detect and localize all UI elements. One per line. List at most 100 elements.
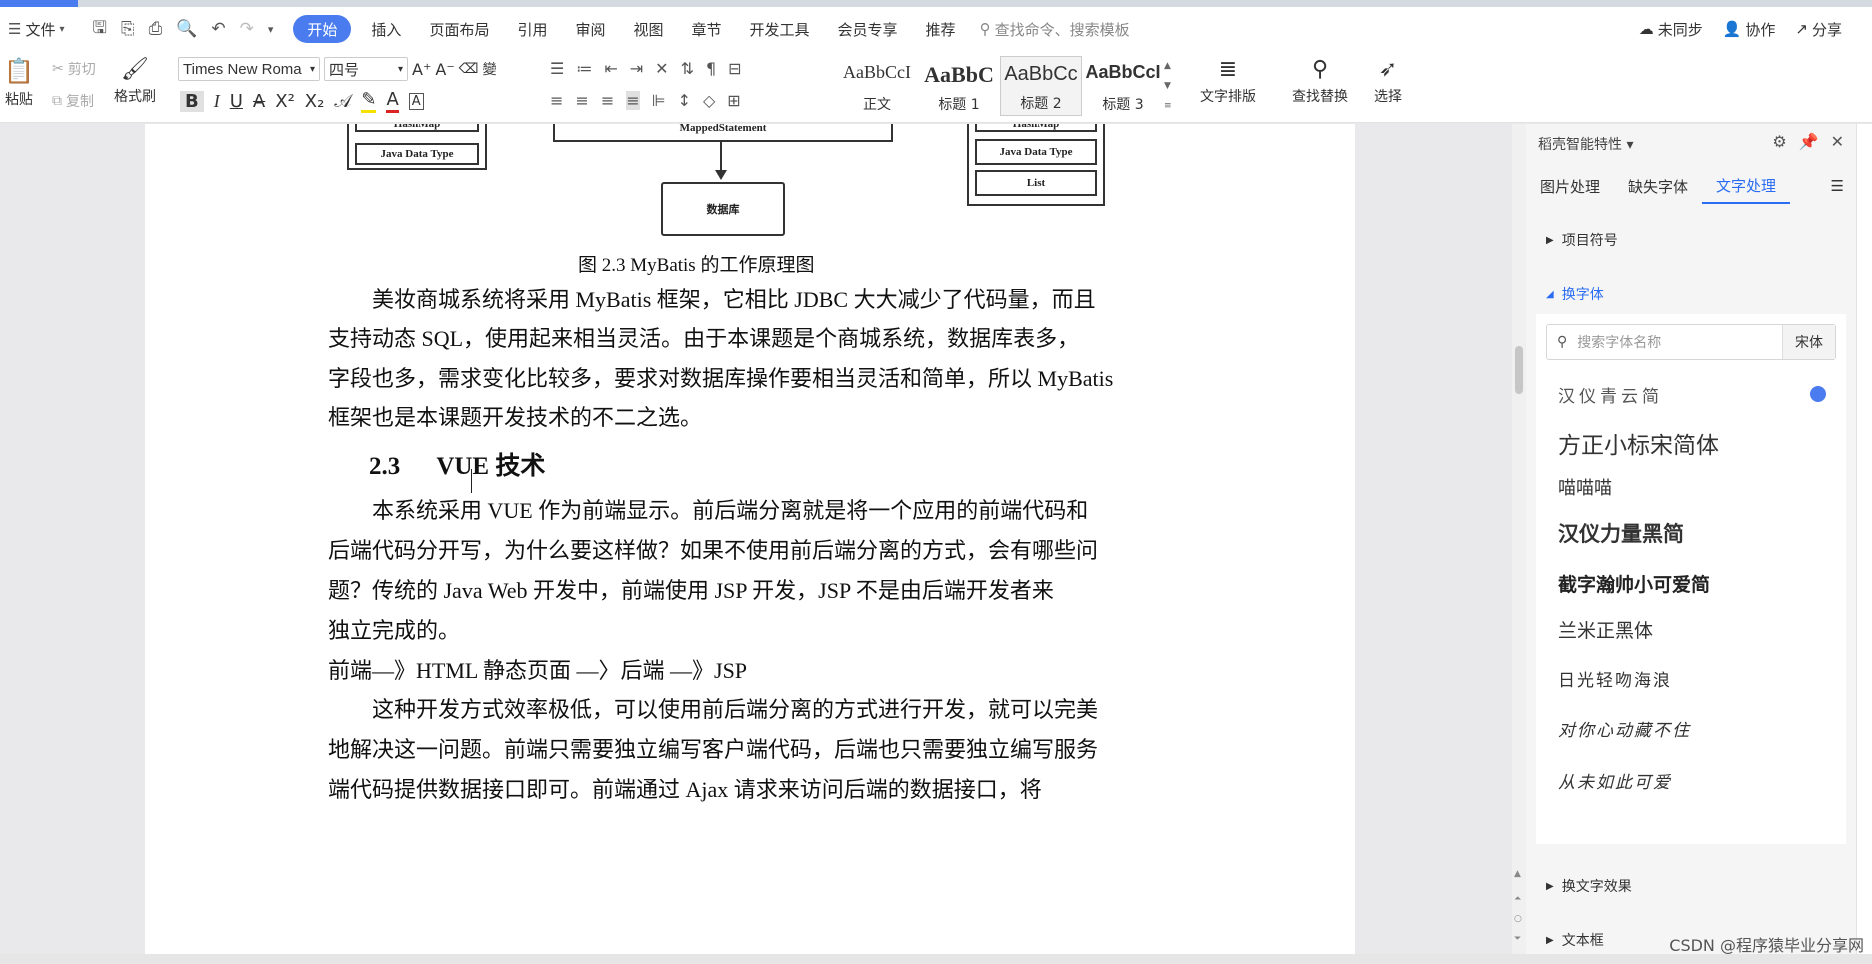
- show-marks-icon[interactable]: ¶: [706, 59, 716, 78]
- shrink-font-icon[interactable]: A⁻: [435, 60, 454, 79]
- panel-title[interactable]: 稻壳智能特性 ▾: [1538, 134, 1633, 154]
- pin-icon[interactable]: 📌: [1799, 132, 1819, 151]
- gear-icon[interactable]: ⚙: [1772, 132, 1786, 151]
- font-color-icon[interactable]: A: [386, 89, 399, 113]
- font-item[interactable]: 截字瀚帅小可爱简: [1558, 570, 1710, 597]
- command-search[interactable]: ⚲ 查找命令、搜索模板: [980, 19, 1130, 40]
- select-button[interactable]: ➶ 选择: [1374, 57, 1402, 106]
- border-icon[interactable]: ⊞: [727, 91, 740, 110]
- char-border-icon[interactable]: A: [408, 92, 424, 110]
- redo-icon[interactable]: ↷: [240, 19, 254, 39]
- font-item[interactable]: 喵喵喵: [1558, 474, 1612, 500]
- font-item[interactable]: 方正小标宋简体: [1558, 426, 1719, 460]
- tab-icon[interactable]: ⊟: [728, 59, 741, 78]
- font-item[interactable]: 对你心动藏不住: [1558, 716, 1691, 741]
- font-search-button[interactable]: 宋体: [1782, 325, 1835, 359]
- customize-icon[interactable]: ▾: [268, 23, 274, 36]
- tab-recommend[interactable]: 推荐: [912, 19, 970, 40]
- line-spacing-icon[interactable]: ↕: [678, 91, 691, 110]
- strikethrough-icon[interactable]: A: [253, 91, 265, 112]
- style-heading-3[interactable]: AaBbCcI 标题 3: [1082, 56, 1164, 116]
- style-heading-1[interactable]: AaBbC 标题 1: [918, 56, 1000, 116]
- tab-insert[interactable]: 插入: [357, 19, 415, 40]
- tab-missing-fonts[interactable]: 缺失字体: [1614, 168, 1702, 204]
- scrollbar-thumb[interactable]: [1515, 346, 1523, 394]
- style-heading-2[interactable]: AaBbCc 标题 2: [1000, 56, 1082, 116]
- document-page[interactable]: HashMap Java Data Type MappedStatement 数…: [145, 124, 1355, 954]
- style-gallery-scroll[interactable]: ▲ ▼ ≡: [1164, 56, 1178, 116]
- phonetic-icon[interactable]: 變: [483, 59, 497, 79]
- shading-icon[interactable]: ◇: [703, 91, 715, 110]
- format-painter-button[interactable]: 🖌 格式刷: [114, 57, 156, 106]
- next-page-icon[interactable]: ⏷: [1514, 934, 1521, 944]
- print-preview-icon[interactable]: 🔍: [176, 19, 197, 39]
- font-item[interactable]: 汉仪青云简: [1558, 382, 1663, 407]
- style-normal[interactable]: AaBbCcI 正文: [836, 56, 918, 116]
- bold-icon[interactable]: B: [180, 90, 204, 112]
- chinese-layout-icon[interactable]: ✕: [655, 59, 668, 78]
- text-effect-section[interactable]: ▶ 换文字效果: [1546, 876, 1632, 896]
- sync-status[interactable]: ☁ 未同步: [1639, 19, 1703, 40]
- decrease-indent-icon[interactable]: ⇤: [604, 59, 617, 78]
- save-icon[interactable]: 🖫: [93, 15, 107, 44]
- distribute-icon[interactable]: ⊫: [652, 91, 666, 110]
- document-scrollbar[interactable]: ▲ ⏶ ○ ⏷: [1512, 124, 1526, 954]
- paste-button[interactable]: 📋 粘贴: [4, 57, 34, 109]
- collaborate-button[interactable]: 👤 协作: [1723, 19, 1776, 40]
- export-icon[interactable]: ⎘: [121, 19, 135, 39]
- font-name-select[interactable]: Times New Roma ▾: [178, 57, 320, 81]
- tab-references[interactable]: 引用: [503, 19, 561, 40]
- copy-button[interactable]: ⧉ 复制: [52, 91, 94, 111]
- text-layout-button[interactable]: ≣ 文字排版: [1200, 57, 1256, 106]
- font-item[interactable]: 汉仪力量黑简: [1558, 518, 1684, 548]
- clear-format-icon[interactable]: ⌫: [459, 61, 479, 77]
- tab-image-processing[interactable]: 图片处理: [1526, 168, 1614, 204]
- tab-view[interactable]: 视图: [619, 19, 677, 40]
- tab-review[interactable]: 审阅: [561, 19, 619, 40]
- find-replace-button[interactable]: ⚲ 查找替换: [1292, 57, 1348, 106]
- font-search[interactable]: ⚲ 搜索字体名称 宋体: [1546, 324, 1836, 360]
- smart-features-panel: 稻壳智能特性 ▾ ⚙ 📌 ✕ 图片处理 缺失字体 文字处理 ☰ ▶ 项目符号 ◢ 换…: [1526, 124, 1856, 954]
- bullets-section[interactable]: ▶ 项目符号: [1546, 230, 1618, 250]
- tab-chapter[interactable]: 章节: [678, 19, 736, 40]
- file-menu[interactable]: ☰ 文件 ▾: [0, 19, 79, 40]
- font-item[interactable]: 从未如此可爱: [1558, 768, 1672, 793]
- undo-icon[interactable]: ↶: [211, 19, 225, 39]
- textbox-section[interactable]: ▶ 文本框: [1546, 930, 1604, 950]
- sort-icon[interactable]: ⇅: [681, 59, 694, 78]
- scroll-up-icon[interactable]: ▲: [1514, 869, 1521, 879]
- align-center-icon[interactable]: ≡: [575, 91, 588, 110]
- tab-member[interactable]: 会员专享: [824, 19, 912, 40]
- align-left-icon[interactable]: ≡: [550, 91, 563, 110]
- close-icon[interactable]: ✕: [1831, 132, 1844, 151]
- prev-page-icon[interactable]: ⏶: [1514, 894, 1521, 904]
- justify-icon[interactable]: ≡: [626, 91, 640, 110]
- grow-font-icon[interactable]: A⁺: [412, 60, 431, 79]
- superscript-icon[interactable]: X²: [275, 91, 295, 112]
- menu-icon[interactable]: ☰: [1831, 177, 1844, 195]
- tab-home[interactable]: 开始: [293, 15, 352, 43]
- tab-page-layout[interactable]: 页面布局: [415, 19, 503, 40]
- bullet-list-icon[interactable]: ☰: [550, 59, 564, 78]
- section-title: VUE 技术: [436, 453, 546, 480]
- diagram-box-java-data-type-left: Java Data Type: [355, 143, 479, 165]
- document-area[interactable]: HashMap Java Data Type MappedStatement 数…: [0, 124, 1512, 954]
- cut-button[interactable]: ✂ 剪切: [52, 59, 96, 79]
- font-item[interactable]: 兰米正黑体: [1558, 616, 1653, 643]
- highlight-icon[interactable]: ✎: [361, 89, 377, 113]
- change-font-section[interactable]: ◢ 换字体: [1546, 284, 1604, 304]
- numbered-list-icon[interactable]: ≔: [576, 59, 592, 78]
- underline-icon[interactable]: U: [230, 91, 243, 112]
- text-effect-icon[interactable]: 𝒜: [334, 91, 351, 112]
- subscript-icon[interactable]: X₂: [305, 91, 325, 112]
- font-item[interactable]: 日光轻吻海浪: [1558, 666, 1672, 691]
- italic-icon[interactable]: I: [214, 91, 220, 112]
- print-icon[interactable]: ⎙: [149, 19, 163, 39]
- font-size-select[interactable]: 四号 ▾: [324, 57, 408, 81]
- share-button[interactable]: ↗ 分享: [1795, 19, 1842, 40]
- select-browse-icon[interactable]: ○: [1514, 914, 1522, 924]
- align-right-icon[interactable]: ≡: [601, 91, 614, 110]
- increase-indent-icon[interactable]: ⇥: [630, 59, 643, 78]
- tab-developer[interactable]: 开发工具: [736, 19, 824, 40]
- tab-text-processing[interactable]: 文字处理: [1702, 168, 1791, 204]
